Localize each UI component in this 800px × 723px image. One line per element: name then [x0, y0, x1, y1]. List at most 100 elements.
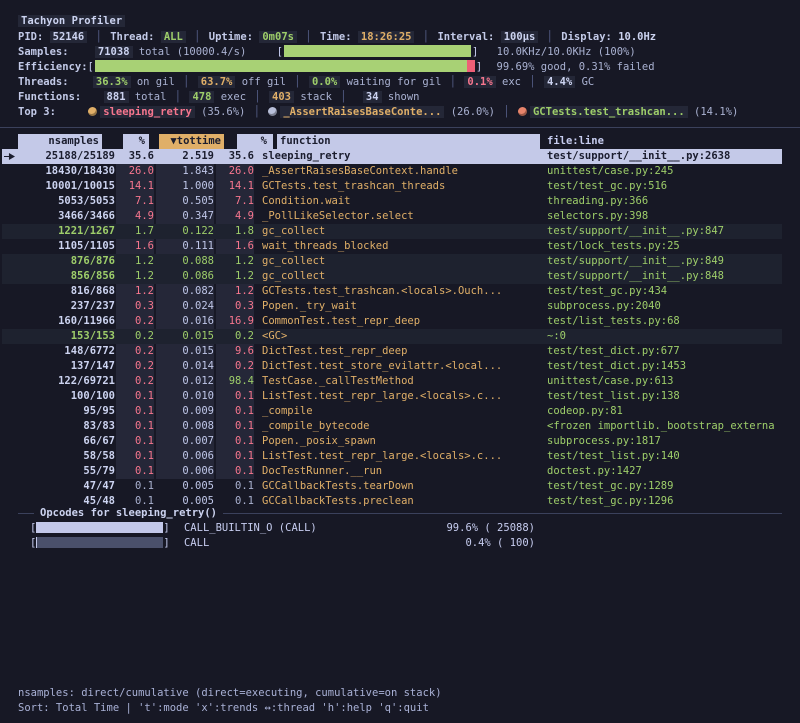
right-bracket: ]: [163, 537, 169, 549]
cumulative-percent-cell: 4.9: [216, 209, 254, 224]
function-cell: DictTest.test_store_evilattr.<local...: [262, 359, 502, 374]
table-row[interactable]: 137/147 0.2 0.014 0.2 DictTest.test_stor…: [0, 359, 800, 374]
percent-cell: 0.1: [116, 434, 154, 449]
file-line-cell: test/support/__init__.py:847: [547, 224, 724, 239]
pid-value: 52146: [50, 31, 88, 43]
column-header-cumulative-percent[interactable]: %: [237, 134, 273, 149]
separator: │: [252, 106, 262, 118]
column-header-percent[interactable]: %: [123, 134, 149, 149]
thread-label: Thread:: [110, 31, 154, 43]
nsamples-cell: 5053/5053: [18, 194, 115, 209]
functions-total-value: 881: [104, 91, 129, 103]
tottime-cell: 0.009: [156, 404, 214, 419]
file-line-cell: test/test_list.py:138: [547, 389, 680, 404]
file-line-cell: test/test_dict.py:1453: [547, 359, 686, 374]
file-line-cell: selectors.py:398: [547, 209, 648, 224]
percent-cell: 0.1: [116, 479, 154, 494]
tottime-cell: 0.005: [156, 479, 214, 494]
table-row[interactable]: 237/237 0.3 0.024 0.3 Popen._try_wait su…: [0, 299, 800, 314]
functions-shown-label: shown: [388, 91, 420, 103]
functions-stack-value: 403: [269, 91, 294, 103]
right-bracket: ]: [472, 46, 478, 58]
percent-cell: 0.2: [116, 359, 154, 374]
separator: │: [303, 31, 313, 43]
column-header-function[interactable]: function: [277, 134, 540, 149]
nsamples-cell: 137/147: [18, 359, 115, 374]
tottime-cell: 0.505: [156, 194, 214, 209]
table-row[interactable]: 816/868 1.2 0.082 1.2 GCTests.test_trash…: [0, 284, 800, 299]
percent-cell: 1.2: [116, 284, 154, 299]
table-row[interactable]: 5053/5053 7.1 0.505 7.1 Condition.wait t…: [0, 194, 800, 209]
table-row[interactable]: 95/95 0.1 0.009 0.1 _compile codeop.py:8…: [0, 404, 800, 419]
table-row[interactable]: 153/153 0.2 0.015 0.2 <GC> ~:0: [0, 329, 800, 344]
threads-gc-label: GC: [582, 76, 595, 88]
table-row[interactable]: 47/47 0.1 0.005 0.1 GCCallbackTests.tear…: [0, 479, 800, 494]
file-line-cell: threading.py:366: [547, 194, 648, 209]
table-row[interactable]: 160/11966 0.2 0.016 16.9 CommonTest.test…: [0, 314, 800, 329]
top3-second-pct: (26.0%): [451, 106, 495, 118]
footer-legend: nsamples: direct/cumulative (direct=exec…: [18, 686, 782, 701]
efficiency-label: Efficiency:: [18, 61, 88, 73]
nsamples-cell: 55/79: [18, 464, 115, 479]
cumulative-percent-cell: 98.4: [216, 374, 254, 389]
table-row[interactable]: 100/100 0.1 0.010 0.1 ListTest.test_repr…: [0, 389, 800, 404]
table-row[interactable]: 1105/1105 1.6 0.111 1.6 wait_threads_blo…: [0, 239, 800, 254]
left-bracket: [: [277, 46, 283, 58]
separator: │: [501, 106, 511, 118]
table-row[interactable]: 1221/1267 1.7 0.122 1.8 gc_collect test/…: [0, 224, 800, 239]
nsamples-cell: 3466/3466: [18, 209, 115, 224]
uptime-label: Uptime:: [209, 31, 253, 43]
table-row[interactable]: 148/6772 0.2 0.015 9.6 DictTest.test_rep…: [0, 344, 800, 359]
separator: │: [448, 76, 458, 88]
column-header-file-line[interactable]: file:line: [547, 134, 604, 149]
top3-first-pct: (35.6%): [201, 106, 245, 118]
opcode-name: CALL_BUILTIN_O (CALL): [184, 522, 317, 534]
right-bracket: ]: [476, 61, 482, 73]
percent-cell: 0.1: [116, 389, 154, 404]
nsamples-cell: 1105/1105: [18, 239, 115, 254]
nsamples-cell: 83/83: [18, 419, 115, 434]
percent-cell: 0.3: [116, 299, 154, 314]
column-header-nsamples[interactable]: nsamples: [18, 134, 102, 149]
table-row[interactable]: 122/69721 0.2 0.012 98.4 TestCase._callT…: [0, 374, 800, 389]
table-row[interactable]: 856/856 1.2 0.086 1.2 gc_collect test/su…: [0, 269, 800, 284]
file-line-cell: test/test_gc.py:434: [547, 284, 667, 299]
display-value: 10.0Hz: [618, 31, 656, 43]
opcode-row: [] CALL 0.4% ( 100): [30, 536, 782, 551]
separator: │: [527, 76, 537, 88]
table-row[interactable]: 58/58 0.1 0.006 0.1 ListTest.test_repr_l…: [0, 449, 800, 464]
bronze-medal-icon: [518, 107, 527, 116]
tottime-cell: 0.007: [156, 434, 214, 449]
table-row[interactable]: 66/67 0.1 0.007 0.1 Popen._posix_spawn s…: [0, 434, 800, 449]
percent-cell: 26.0: [116, 164, 154, 179]
table-row[interactable]: 25188/25189 35.6 2.519 35.6 sleeping_ret…: [0, 149, 800, 164]
table-row[interactable]: 55/79 0.1 0.006 0.1 DocTestRunner.__run …: [0, 464, 800, 479]
percent-cell: 0.1: [116, 449, 154, 464]
percent-cell: 35.6: [116, 149, 154, 164]
efficiency-line: Efficiency:[] 99.69% good, 0.31% failed: [18, 60, 782, 75]
function-cell: GCTests.test_trashcan_threads: [262, 179, 445, 194]
function-cell: ListTest.test_repr_large.<locals>.c...: [262, 389, 502, 404]
table-row[interactable]: 10001/10015 14.1 1.000 14.1 GCTests.test…: [0, 179, 800, 194]
title-line: Tachyon Profiler: [18, 14, 782, 29]
column-header-tottime-sorted[interactable]: ▼tottime: [159, 134, 224, 149]
cumulative-percent-cell: 0.1: [216, 434, 254, 449]
threads-waiting-label: waiting for gil: [347, 76, 442, 88]
cumulative-percent-cell: 0.3: [216, 299, 254, 314]
cumulative-percent-cell: 0.2: [216, 329, 254, 344]
uptime-value: 0m07s: [259, 31, 297, 43]
file-line-cell: test/support/__init__.py:849: [547, 254, 724, 269]
table-row[interactable]: 18430/18430 26.0 1.843 26.0 _AssertRaise…: [0, 164, 800, 179]
table-row[interactable]: 83/83 0.1 0.008 0.1 _compile_bytecode <f…: [0, 419, 800, 434]
function-cell: DictTest.test_repr_deep: [262, 344, 407, 359]
nsamples-cell: 153/153: [18, 329, 115, 344]
opcode-name: CALL: [184, 537, 209, 549]
cumulative-percent-cell: 0.1: [216, 494, 254, 509]
opcode-stat: 0.4% ( 100): [430, 536, 535, 551]
table-row[interactable]: 876/876 1.2 0.088 1.2 gc_collect test/su…: [0, 254, 800, 269]
threads-off-gil-value: 63.7%: [198, 76, 236, 88]
file-line-cell: ~:0: [547, 329, 566, 344]
table-row[interactable]: 3466/3466 4.9 0.347 4.9 _PollLikeSelecto…: [0, 209, 800, 224]
interval-label: Interval:: [437, 31, 494, 43]
samples-total: 71038: [95, 46, 133, 58]
